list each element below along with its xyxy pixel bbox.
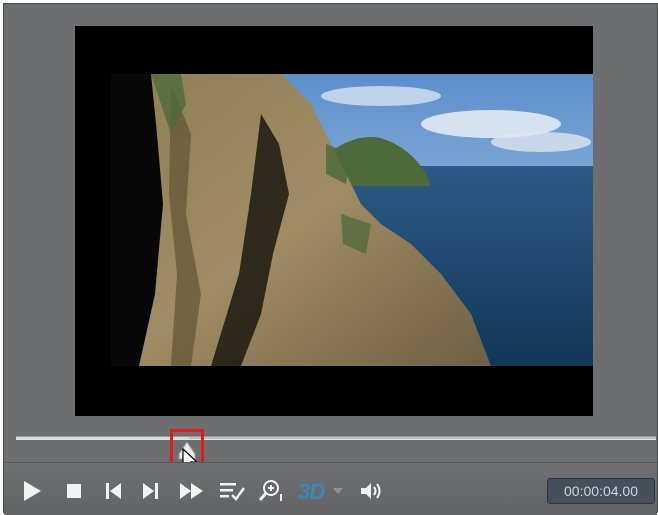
play-icon: [24, 481, 41, 501]
next-icon: [143, 483, 158, 499]
volume-icon: [361, 483, 381, 499]
previous-button[interactable]: [102, 477, 124, 505]
media-player: 3D 00:00:04.00: [3, 3, 658, 515]
chevron-down-icon[interactable]: [333, 488, 343, 495]
fast-forward-button[interactable]: [178, 477, 206, 505]
playlist-button[interactable]: [218, 477, 246, 505]
fast-forward-icon: [180, 483, 203, 499]
seek-progress: [16, 437, 189, 439]
zoom-icon: [258, 480, 282, 501]
play-button[interactable]: [20, 477, 44, 505]
stop-icon: [67, 484, 81, 498]
time-display: 00:00:04.00: [547, 478, 655, 504]
3d-toggle[interactable]: 3D: [298, 479, 325, 505]
zoom-button[interactable]: [256, 477, 286, 505]
video-viewport[interactable]: [75, 26, 593, 416]
volume-button[interactable]: [358, 477, 384, 505]
video-frame-image: [111, 74, 593, 366]
control-bar: 3D 00:00:04.00: [4, 462, 657, 515]
previous-icon: [106, 483, 121, 499]
stop-button[interactable]: [64, 477, 84, 505]
seek-bar[interactable]: [16, 436, 656, 440]
next-button[interactable]: [140, 477, 162, 505]
playlist-icon: [220, 483, 245, 501]
